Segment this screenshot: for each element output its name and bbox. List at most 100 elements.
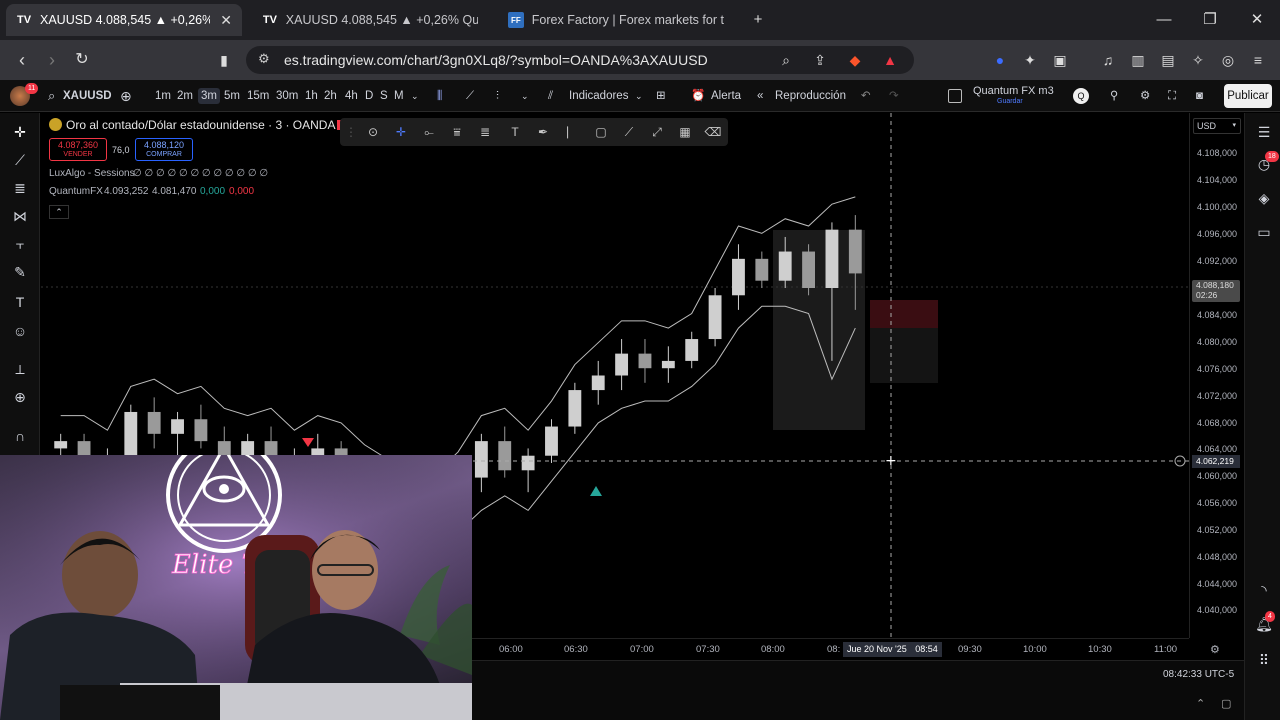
emoji-icon[interactable]: ☺ xyxy=(9,320,31,342)
compare-symbol-icon[interactable]: ⊕ xyxy=(120,88,132,104)
minimize-icon[interactable]: — xyxy=(1152,8,1176,32)
signal-icon[interactable]: ◝ xyxy=(1253,579,1275,601)
watchlist-icon[interactable]: ☰ xyxy=(1253,121,1275,143)
browser-tab-2[interactable]: TV XAUUSD 4.088,545 ▲ +0,26% Quant xyxy=(252,4,488,36)
share-icon[interactable]: ⇪ xyxy=(810,50,830,70)
reload-icon[interactable]: ↻ xyxy=(70,48,94,72)
layout-name[interactable]: Quantum FX m3 xyxy=(973,85,1054,97)
timeframe-1h[interactable]: 1h xyxy=(305,88,318,104)
sidebar-icon[interactable]: ▥ xyxy=(1128,50,1148,70)
maximize-panel-icon[interactable]: ▢ xyxy=(1221,697,1231,710)
text-note-icon[interactable]: T xyxy=(506,123,524,141)
indicators-button[interactable]: Indicadores xyxy=(569,88,628,104)
collapse-legend-icon[interactable]: ⌃ xyxy=(49,205,69,219)
extensions-icon[interactable]: ✦ xyxy=(1020,50,1040,70)
alert-button[interactable]: Alerta xyxy=(711,88,741,104)
timeframe-3m[interactable]: 3m xyxy=(198,88,220,104)
bookmark-icon[interactable]: ▮ xyxy=(212,48,236,72)
layout-save-label[interactable]: Guardar xyxy=(997,98,1023,105)
sell-button[interactable]: 4.087,360 VENDER xyxy=(49,138,107,161)
symbol-search-button[interactable]: XAUUSD xyxy=(63,88,112,104)
indicator-luxalgo-name[interactable]: LuxAlgo - Sessions xyxy=(49,168,135,179)
pen-icon[interactable]: ✒ xyxy=(534,123,552,141)
trend-line-icon[interactable]: ⟋ xyxy=(9,149,31,171)
settings-gear-icon[interactable]: ⚙ xyxy=(1140,88,1150,104)
line-chart-icon[interactable]: ⟋ xyxy=(466,88,474,104)
extension-shield-icon[interactable]: ● xyxy=(990,50,1010,70)
timeframe-5m[interactable]: 5m xyxy=(224,88,240,104)
magnet-icon[interactable]: ∩ xyxy=(9,425,31,447)
fib-tools-icon[interactable]: ≣ xyxy=(9,177,31,199)
ruler-icon[interactable]: ⟂ xyxy=(9,358,31,380)
cross-line-icon[interactable]: ✛ xyxy=(392,123,410,141)
screenshot-icon[interactable]: ▣ xyxy=(1050,50,1070,70)
zoom-icon[interactable]: ⌕ xyxy=(776,50,796,70)
undo-icon[interactable]: ↶ xyxy=(861,88,871,104)
chevron-down-icon[interactable]: ⌄ xyxy=(635,88,643,104)
restore-icon[interactable]: ❐ xyxy=(1198,8,1222,32)
quick-search-icon[interactable]: ⚲ xyxy=(1110,88,1118,104)
replay-icon[interactable]: « xyxy=(757,88,763,104)
forward-icon[interactable]: › xyxy=(40,48,64,72)
brush-icon[interactable]: ✎ xyxy=(9,261,31,283)
timeframe-30m[interactable]: 30m xyxy=(276,88,298,104)
layout-avatar[interactable]: Q xyxy=(1073,88,1089,104)
horizontal-ray-icon[interactable]: ⟜ xyxy=(420,123,438,141)
buy-button[interactable]: 4.088,120 COMPRAR xyxy=(135,138,193,161)
pattern-tools-icon[interactable]: ⋈ xyxy=(9,205,31,227)
site-info-icon[interactable]: ⚙ xyxy=(258,51,270,67)
grid-icon[interactable]: ▦ xyxy=(676,123,694,141)
bar-style-icon[interactable]: ⫶ xyxy=(496,88,499,104)
timeframe-4h[interactable]: 4h xyxy=(345,88,358,104)
crosshair-icon[interactable]: ✛ xyxy=(9,121,31,143)
browser-tab-1[interactable]: TV XAUUSD 4.088,545 ▲ +0,26% Q ✕ xyxy=(6,4,242,36)
target-icon[interactable]: ⊙ xyxy=(364,123,382,141)
back-icon[interactable]: ‹ xyxy=(10,48,34,72)
timeframe-1m[interactable]: 1m xyxy=(155,88,171,104)
parallel-channel-icon[interactable]: ⩸ xyxy=(448,123,466,141)
templates-icon[interactable]: ⊞ xyxy=(656,88,666,104)
axis-settings-icon[interactable]: ⚙ xyxy=(1210,643,1220,656)
music-icon[interactable]: ♫ xyxy=(1098,50,1118,70)
brave-shield-icon[interactable]: ◆ xyxy=(845,50,865,70)
currency-select[interactable]: USD ▾ xyxy=(1193,118,1241,134)
drag-handle-icon[interactable]: ⋮ xyxy=(342,123,360,141)
price-axis[interactable]: USD ▾ 4.108,000 4.104,000 4.100,000 4.09… xyxy=(1189,113,1244,638)
camera-icon[interactable]: ◙ xyxy=(1196,88,1203,104)
layers-icon[interactable]: ◈ xyxy=(1253,187,1275,209)
rectangle-icon[interactable]: ▢ xyxy=(592,123,610,141)
fullscreen-icon[interactable]: ⛶ xyxy=(1168,88,1176,104)
extended-line-icon[interactable]: ⤢ xyxy=(648,123,666,141)
ray-icon[interactable]: ⟋ xyxy=(620,123,638,141)
vertical-line-icon[interactable]: ⎸ xyxy=(564,123,582,141)
redo-icon[interactable]: ↷ xyxy=(889,88,899,104)
forecast-tools-icon[interactable]: ⫟ xyxy=(9,233,31,255)
timeframe-2m[interactable]: 2m xyxy=(177,88,193,104)
candles-icon[interactable]: ⫼ xyxy=(437,88,442,104)
publish-button[interactable]: Publicar xyxy=(1224,84,1272,108)
fib-retracement-icon[interactable]: ≣ xyxy=(476,123,494,141)
apps-grid-icon[interactable]: ⠿ xyxy=(1253,649,1275,671)
indicators-icon[interactable]: ⫽ xyxy=(548,88,553,104)
eraser-icon[interactable]: ⌫ xyxy=(704,123,722,141)
brave-rewards-icon[interactable]: ▲ xyxy=(880,50,900,70)
text-tool-icon[interactable]: T xyxy=(9,291,31,313)
utc-clock[interactable]: 08:42:33 UTC-5 xyxy=(1163,669,1234,680)
chevron-down-icon[interactable]: ⌄ xyxy=(411,88,419,104)
symbol-title[interactable]: Oro al contado/Dólar estadounidense · 3 … xyxy=(66,118,335,132)
menu-icon[interactable]: ≡ xyxy=(1248,50,1268,70)
vpn-icon[interactable]: ◎ xyxy=(1218,50,1238,70)
replay-button[interactable]: Reproducción xyxy=(775,88,846,104)
timeframe-d[interactable]: D xyxy=(365,88,373,104)
timeframe-s[interactable]: S xyxy=(380,88,388,104)
timeframe-15m[interactable]: 15m xyxy=(247,88,269,104)
layout-checkbox-icon[interactable] xyxy=(948,89,962,103)
timeframe-2h[interactable]: 2h xyxy=(324,88,337,104)
chevron-down-icon[interactable]: ⌄ xyxy=(521,88,529,104)
alarm-clock-icon[interactable]: ⏰ xyxy=(691,88,705,104)
collapse-panel-icon[interactable]: ⌃ xyxy=(1196,697,1205,710)
chat-icon[interactable]: ▭ xyxy=(1253,221,1275,243)
indicator-quantumfx-name[interactable]: QuantumFX xyxy=(49,186,103,197)
close-icon[interactable]: ✕ xyxy=(220,12,232,29)
new-tab-icon[interactable]: + xyxy=(746,8,770,32)
